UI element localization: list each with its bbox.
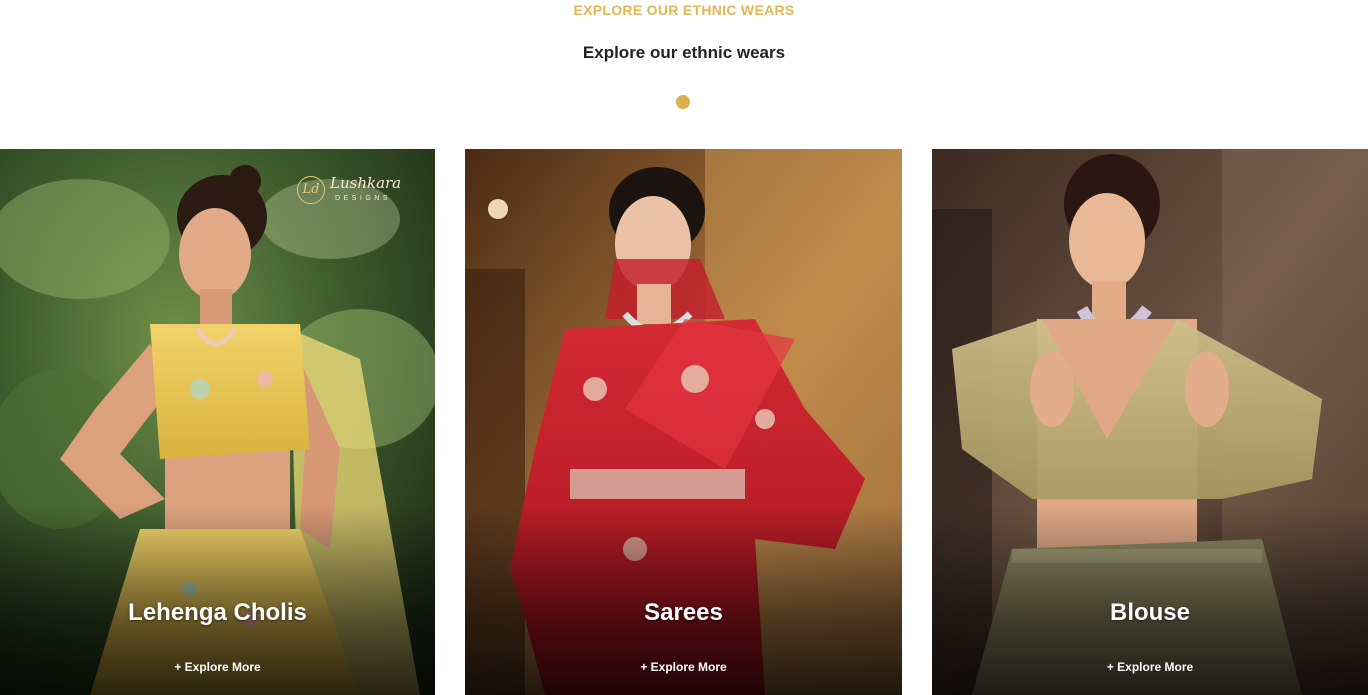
section-eyebrow: EXPLORE OUR ETHNIC WEARS — [573, 2, 795, 18]
card-title: Sarees — [644, 599, 723, 626]
brand-logo-icon: Ld — [297, 176, 325, 204]
carousel-dot-indicator[interactable] — [676, 95, 690, 109]
card-title: Blouse — [1109, 599, 1190, 626]
card-title: Lehenga Cholis — [128, 599, 307, 626]
brand-watermark: Ld Lushkara DESIGNS — [297, 174, 417, 208]
category-card-lehenga-cholis[interactable]: Ld Lushkara DESIGNS Lehenga Cholis + Exp… — [0, 149, 435, 695]
explore-more-link[interactable]: + Explore More — [932, 660, 1368, 674]
brand-subtitle: DESIGNS — [335, 195, 392, 202]
explore-more-link[interactable]: + Explore More — [0, 660, 435, 674]
explore-more-link[interactable]: + Explore More — [465, 660, 902, 674]
brand-name: Lushkara — [330, 174, 402, 192]
section-header: EXPLORE OUR ETHNIC WEARS Explore our eth… — [0, 0, 1368, 149]
category-card-blouse[interactable]: Blouse + Explore More — [932, 149, 1368, 695]
category-card-sarees[interactable]: Sarees + Explore More — [465, 149, 902, 695]
section-heading: Explore our ethnic wears — [582, 43, 786, 62]
